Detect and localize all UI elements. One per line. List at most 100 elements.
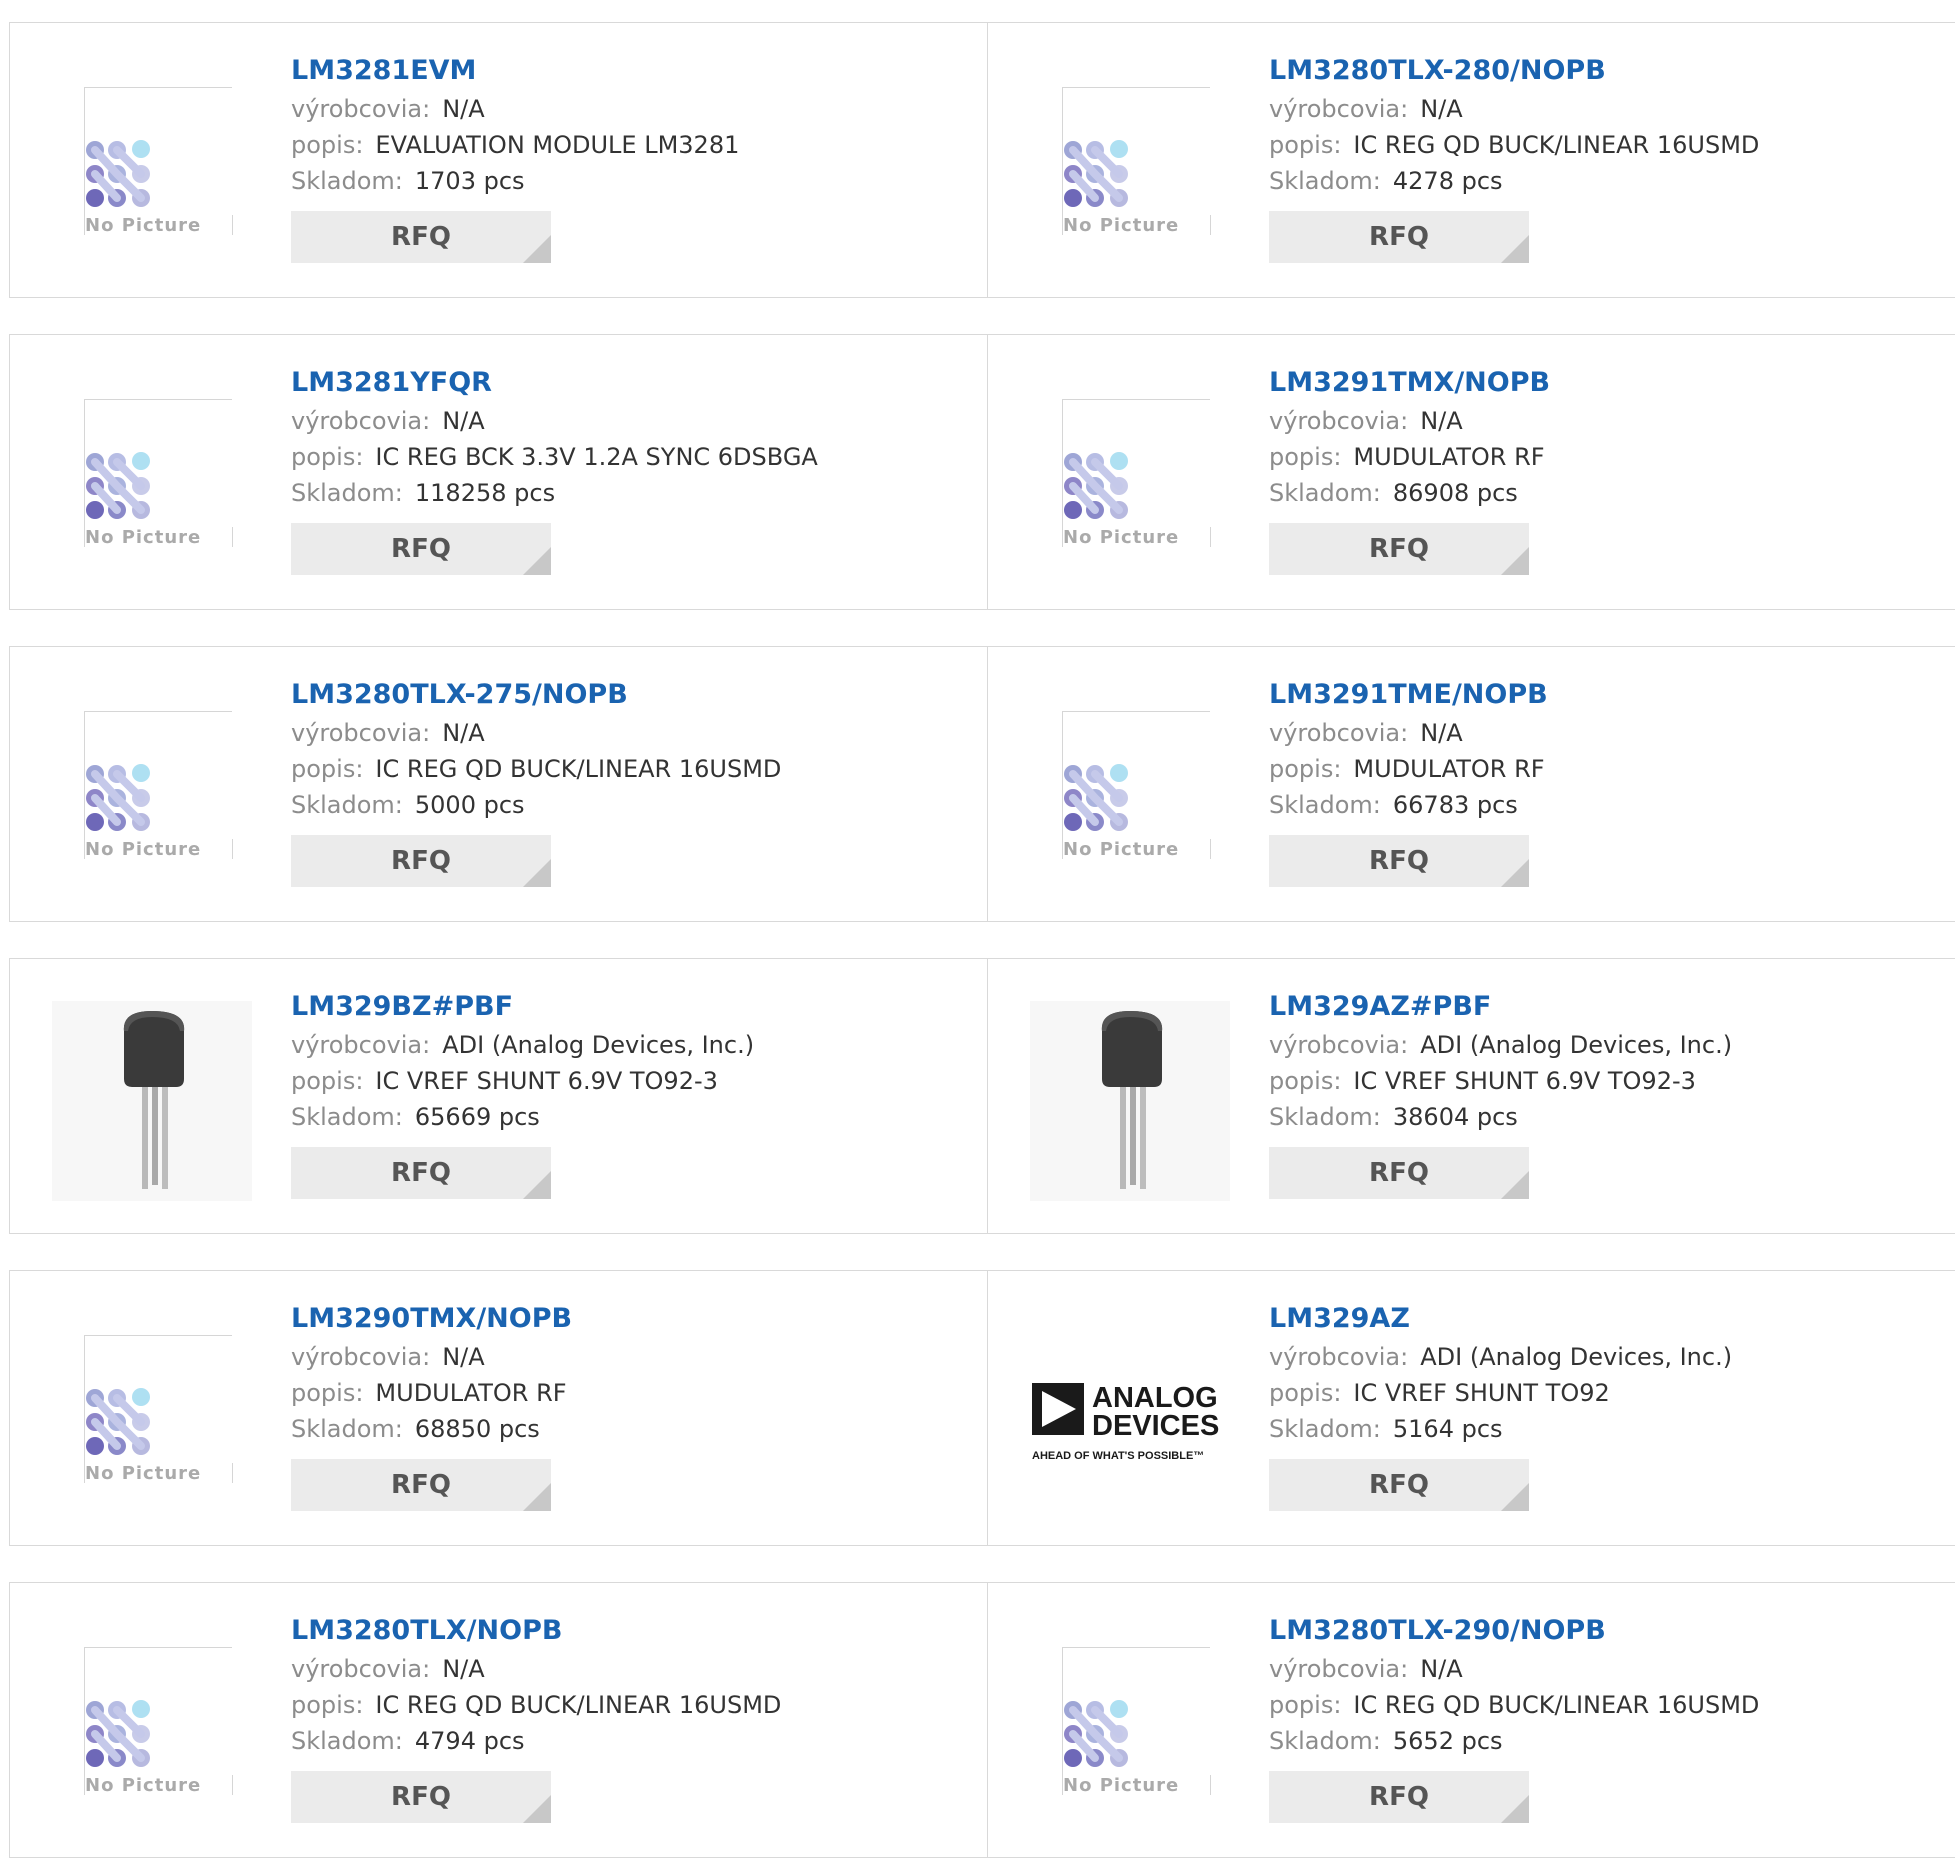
no-picture-label: No Picture (85, 527, 204, 548)
product-card: No Picture LM3291TMX/NOPB výrobcovia: N/A p… (988, 335, 1955, 609)
description-line: popis: MUDULATOR RF (1269, 439, 1550, 475)
product-card: No Picture LM3290TMX/NOPB výrobcovia: N/A p… (10, 1271, 988, 1545)
rfq-label: RFQ (1369, 534, 1429, 564)
part-number-link[interactable]: LM3281YFQR (291, 363, 818, 403)
rfq-button[interactable]: RFQ (291, 523, 551, 575)
manufacturer-value: N/A (442, 407, 485, 435)
stock-value: 1703 pcs (414, 167, 525, 195)
product-thumbnail[interactable]: No Picture (1030, 1625, 1230, 1825)
part-number-link[interactable]: LM329BZ#PBF (291, 987, 754, 1027)
stock-value: 118258 pcs (414, 479, 556, 507)
stock-value: 4278 pcs (1392, 167, 1503, 195)
part-number-link[interactable]: LM329AZ#PBF (1269, 987, 1732, 1027)
no-picture-icon (1064, 140, 1128, 207)
part-number-link[interactable]: LM3280TLX/NOPB (291, 1611, 781, 1651)
manufacturer-label: výrobcovia: (291, 1655, 431, 1683)
no-picture-placeholder: No Picture (84, 1335, 233, 1484)
product-thumbnail[interactable]: No Picture (52, 689, 252, 889)
description-value: IC REG QD BUCK/LINEAR 16USMD (375, 1691, 782, 1719)
product-thumbnail[interactable]: No Picture (52, 377, 252, 577)
rfq-label: RFQ (391, 534, 451, 564)
description-label: popis: (1269, 755, 1342, 783)
description-line: popis: IC VREF SHUNT 6.9V TO92-3 (1269, 1063, 1732, 1099)
product-thumbnail[interactable]: ANALOG DEVICES AHEAD OF WHAT'S POSSIBLE™ (1030, 1313, 1230, 1513)
manufacturer-value: N/A (442, 95, 485, 123)
part-number-link[interactable]: LM3291TME/NOPB (1269, 675, 1548, 715)
description-value: IC REG QD BUCK/LINEAR 16USMD (375, 755, 782, 783)
product-thumbnail[interactable]: No Picture (52, 1313, 252, 1513)
corner-fold-icon (523, 235, 551, 263)
rfq-label: RFQ (391, 1470, 451, 1500)
rfq-button[interactable]: RFQ (291, 1147, 551, 1199)
product-thumbnail[interactable]: No Picture (52, 1625, 252, 1825)
rfq-button[interactable]: RFQ (1269, 523, 1529, 575)
description-line: popis: IC REG QD BUCK/LINEAR 16USMD (1269, 1687, 1759, 1723)
rfq-button[interactable]: RFQ (291, 835, 551, 887)
rfq-button[interactable]: RFQ (1269, 1147, 1529, 1199)
rfq-label: RFQ (1369, 1782, 1429, 1812)
stock-line: Skladom: 66783 pcs (1269, 787, 1548, 823)
part-number-link[interactable]: LM3281EVM (291, 51, 739, 91)
manufacturer-line: výrobcovia: N/A (1269, 91, 1759, 127)
product-card: No Picture LM3280TLX/NOPB výrobcovia: N/A p… (10, 1583, 988, 1857)
manufacturer-value: ADI (Analog Devices, Inc.) (442, 1031, 755, 1059)
rfq-button[interactable]: RFQ (291, 211, 551, 263)
stock-label: Skladom: (291, 479, 403, 507)
part-number-link[interactable]: LM3280TLX-290/NOPB (1269, 1611, 1759, 1651)
rfq-button[interactable]: RFQ (1269, 211, 1529, 263)
corner-fold-icon (1501, 547, 1529, 575)
no-picture-placeholder: No Picture (1062, 711, 1211, 860)
manufacturer-label: výrobcovia: (1269, 1031, 1409, 1059)
stock-label: Skladom: (291, 791, 403, 819)
description-label: popis: (291, 443, 364, 471)
no-picture-icon (1064, 1700, 1128, 1767)
product-thumbnail[interactable] (52, 1001, 252, 1201)
product-card: No Picture LM3281EVM výrobcovia: N/A popis:… (10, 23, 988, 297)
rfq-button[interactable]: RFQ (1269, 1771, 1529, 1823)
no-picture-placeholder: No Picture (84, 1647, 233, 1796)
rfq-label: RFQ (391, 846, 451, 876)
description-label: popis: (291, 1379, 364, 1407)
stock-line: Skladom: 86908 pcs (1269, 475, 1550, 511)
part-number-link[interactable]: LM3280TLX-275/NOPB (291, 675, 781, 715)
product-card: No Picture LM3280TLX-290/NOPB výrobcovia:… (988, 1583, 1955, 1857)
product-thumbnail[interactable]: No Picture (1030, 689, 1230, 889)
description-label: popis: (1269, 1691, 1342, 1719)
part-number-link[interactable]: LM3291TMX/NOPB (1269, 363, 1550, 403)
stock-line: Skladom: 5000 pcs (291, 787, 781, 823)
rfq-button[interactable]: RFQ (1269, 835, 1529, 887)
stock-line: Skladom: 65669 pcs (291, 1099, 754, 1135)
stock-label: Skladom: (1269, 479, 1381, 507)
manufacturer-label: výrobcovia: (291, 1343, 431, 1371)
manufacturer-value: N/A (442, 1655, 485, 1683)
product-thumbnail[interactable]: No Picture (52, 65, 252, 265)
no-picture-label: No Picture (85, 1775, 204, 1796)
stock-value: 5164 pcs (1392, 1415, 1503, 1443)
part-number-link[interactable]: LM329AZ (1269, 1299, 1732, 1339)
description-line: popis: IC REG BCK 3.3V 1.2A SYNC 6DSBGA (291, 439, 818, 475)
manufacturer-value: N/A (1420, 719, 1463, 747)
description-value: IC REG QD BUCK/LINEAR 16USMD (1353, 1691, 1760, 1719)
rfq-button[interactable]: RFQ (291, 1771, 551, 1823)
rfq-button[interactable]: RFQ (1269, 1459, 1529, 1511)
rfq-button[interactable]: RFQ (291, 1459, 551, 1511)
product-card: No Picture LM3281YFQR výrobcovia: N/A popis… (10, 335, 988, 609)
manufacturer-line: výrobcovia: N/A (291, 91, 739, 127)
no-picture-placeholder: No Picture (1062, 399, 1211, 548)
product-thumbnail[interactable]: No Picture (1030, 65, 1230, 265)
product-thumbnail[interactable]: No Picture (1030, 377, 1230, 577)
part-number-link[interactable]: LM3280TLX-280/NOPB (1269, 51, 1759, 91)
stock-label: Skladom: (291, 1727, 403, 1755)
manufacturer-value: N/A (442, 1343, 485, 1371)
product-info: LM329AZ#PBF výrobcovia: ADI (Analog Device… (1269, 987, 1732, 1199)
description-value: IC VREF SHUNT 6.9V TO92-3 (375, 1067, 718, 1095)
stock-value: 5000 pcs (414, 791, 525, 819)
corner-fold-icon (1501, 859, 1529, 887)
stock-value: 68850 pcs (414, 1415, 540, 1443)
part-number-link[interactable]: LM3290TMX/NOPB (291, 1299, 572, 1339)
description-label: popis: (291, 755, 364, 783)
description-value: IC VREF SHUNT TO92 (1353, 1379, 1610, 1407)
description-line: popis: EVALUATION MODULE LM3281 (291, 127, 739, 163)
description-line: popis: IC REG QD BUCK/LINEAR 16USMD (291, 751, 781, 787)
product-thumbnail[interactable] (1030, 1001, 1230, 1201)
